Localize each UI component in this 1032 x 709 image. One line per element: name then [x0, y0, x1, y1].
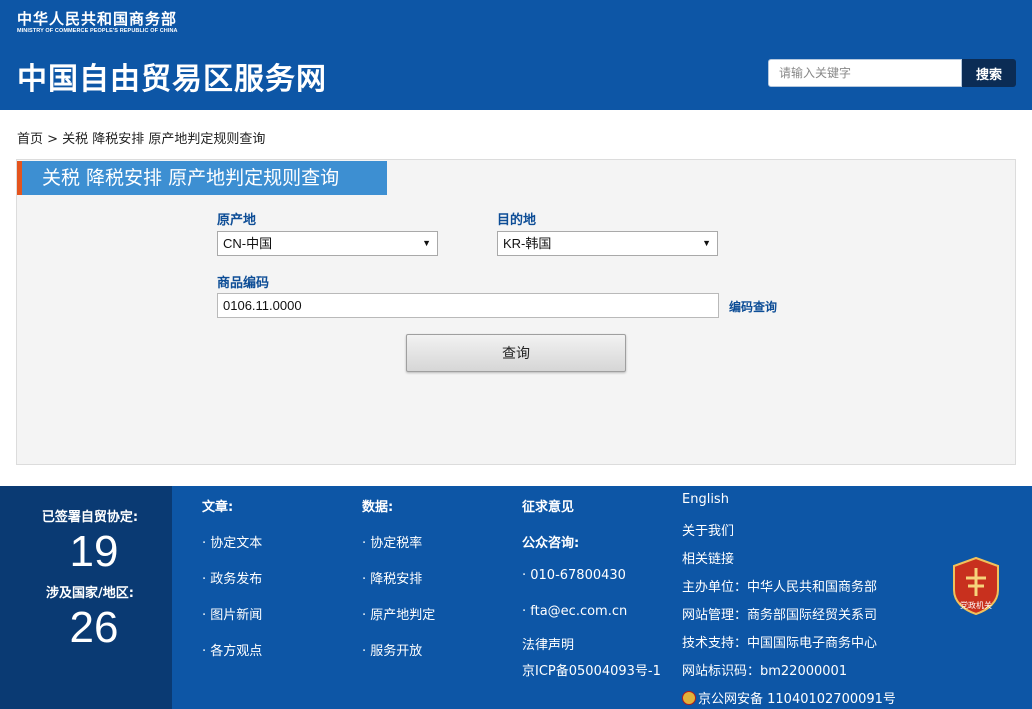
site-header: 中华人民共和国商务部 MINISTRY OF COMMERCE PEOPLE'S…: [0, 0, 1032, 110]
footer-link-tariff-rates[interactable]: · 协定税率: [362, 532, 422, 551]
code-label: 商品编码: [217, 276, 270, 291]
english-link[interactable]: English: [682, 492, 729, 507]
gov-agency-badge-icon[interactable]: 党政机关: [950, 556, 1002, 616]
icp-record[interactable]: 京ICP备05004093号-1: [522, 660, 661, 679]
query-panel: 关税 降税安排 原产地判定规则查询 原产地 CN-中国 ▼ 目的地 KR-韩国 …: [16, 159, 1016, 465]
countries-count: 26: [69, 603, 119, 652]
footer-link-origin-rules[interactable]: · 原产地判定: [362, 604, 435, 623]
sponsor-info: 主办单位：中华人民共和国商务部: [682, 580, 878, 595]
legal-notice-link[interactable]: 法律声明: [522, 634, 574, 653]
breadcrumb[interactable]: 首页 > 关税 降税安排 原产地判定规则查询: [17, 128, 265, 147]
origin-select[interactable]: CN-中国 ▼: [217, 231, 438, 256]
consult-title: 公众咨询:: [522, 536, 580, 551]
site-footer: 已签署自贸协定: 19 涉及国家/地区: 26 文章: · 协定文本 · 政务发…: [0, 486, 1032, 709]
related-links[interactable]: 相关链接: [682, 548, 734, 567]
about-link[interactable]: 关于我们: [682, 520, 734, 539]
footer-link-gov-release[interactable]: · 政务发布: [202, 568, 262, 587]
feedback-link[interactable]: 征求意见: [522, 496, 574, 515]
origin-label: 原产地: [217, 213, 257, 228]
destination-select-value: KR-韩国: [503, 236, 552, 251]
badge-label: 党政机关: [960, 600, 992, 610]
query-button[interactable]: 查询: [406, 334, 626, 372]
data-title: 数据:: [362, 500, 394, 515]
search-input[interactable]: [768, 59, 962, 87]
agreements-count: 19: [69, 527, 119, 576]
panel-title: 关税 降税安排 原产地判定规则查询: [17, 161, 387, 195]
search-button[interactable]: 搜索: [962, 59, 1016, 87]
support-info: 技术支持：中国国际电子商务中心: [682, 636, 878, 651]
footer-link-opinions[interactable]: · 各方观点: [202, 640, 262, 659]
dropdown-arrow-icon: ▼: [702, 238, 711, 248]
product-code-input[interactable]: [217, 293, 719, 318]
agreements-label: 已签署自贸协定:: [41, 510, 139, 525]
destination-label: 目的地: [497, 213, 537, 228]
police-emblem-icon: [682, 691, 696, 705]
footer-link-service-opening[interactable]: · 服务开放: [362, 640, 422, 659]
contact-phone: · 010-67800430: [522, 568, 626, 583]
ministry-name-en[interactable]: MINISTRY OF COMMERCE PEOPLE'S REPUBLIC O…: [17, 28, 178, 34]
footer-link-photo-news[interactable]: · 图片新闻: [202, 604, 262, 623]
countries-label: 涉及国家/地区:: [46, 586, 134, 601]
origin-select-value: CN-中国: [223, 236, 273, 251]
site-title[interactable]: 中国自由贸易区服务网: [17, 54, 327, 98]
police-record[interactable]: 京公网安备 11040102700091号: [682, 688, 896, 707]
ministry-name-cn[interactable]: 中华人民共和国商务部: [17, 8, 177, 29]
fta-stats: 已签署自贸协定: 19 涉及国家/地区: 26: [0, 486, 172, 709]
contact-email[interactable]: · fta@ec.com.cn: [522, 604, 627, 619]
site-id-info: 网站标识码：bm22000001: [682, 664, 848, 679]
articles-title: 文章:: [202, 500, 234, 515]
destination-select[interactable]: KR-韩国 ▼: [497, 231, 718, 256]
dropdown-arrow-icon: ▼: [422, 238, 431, 248]
footer-link-agreement-text[interactable]: · 协定文本: [202, 532, 262, 551]
code-lookup-link[interactable]: 编码查询: [729, 298, 777, 315]
manager-info: 网站管理：商务部国际经贸关系司: [682, 608, 878, 623]
footer-link-tariff-reduction[interactable]: · 降税安排: [362, 568, 422, 587]
